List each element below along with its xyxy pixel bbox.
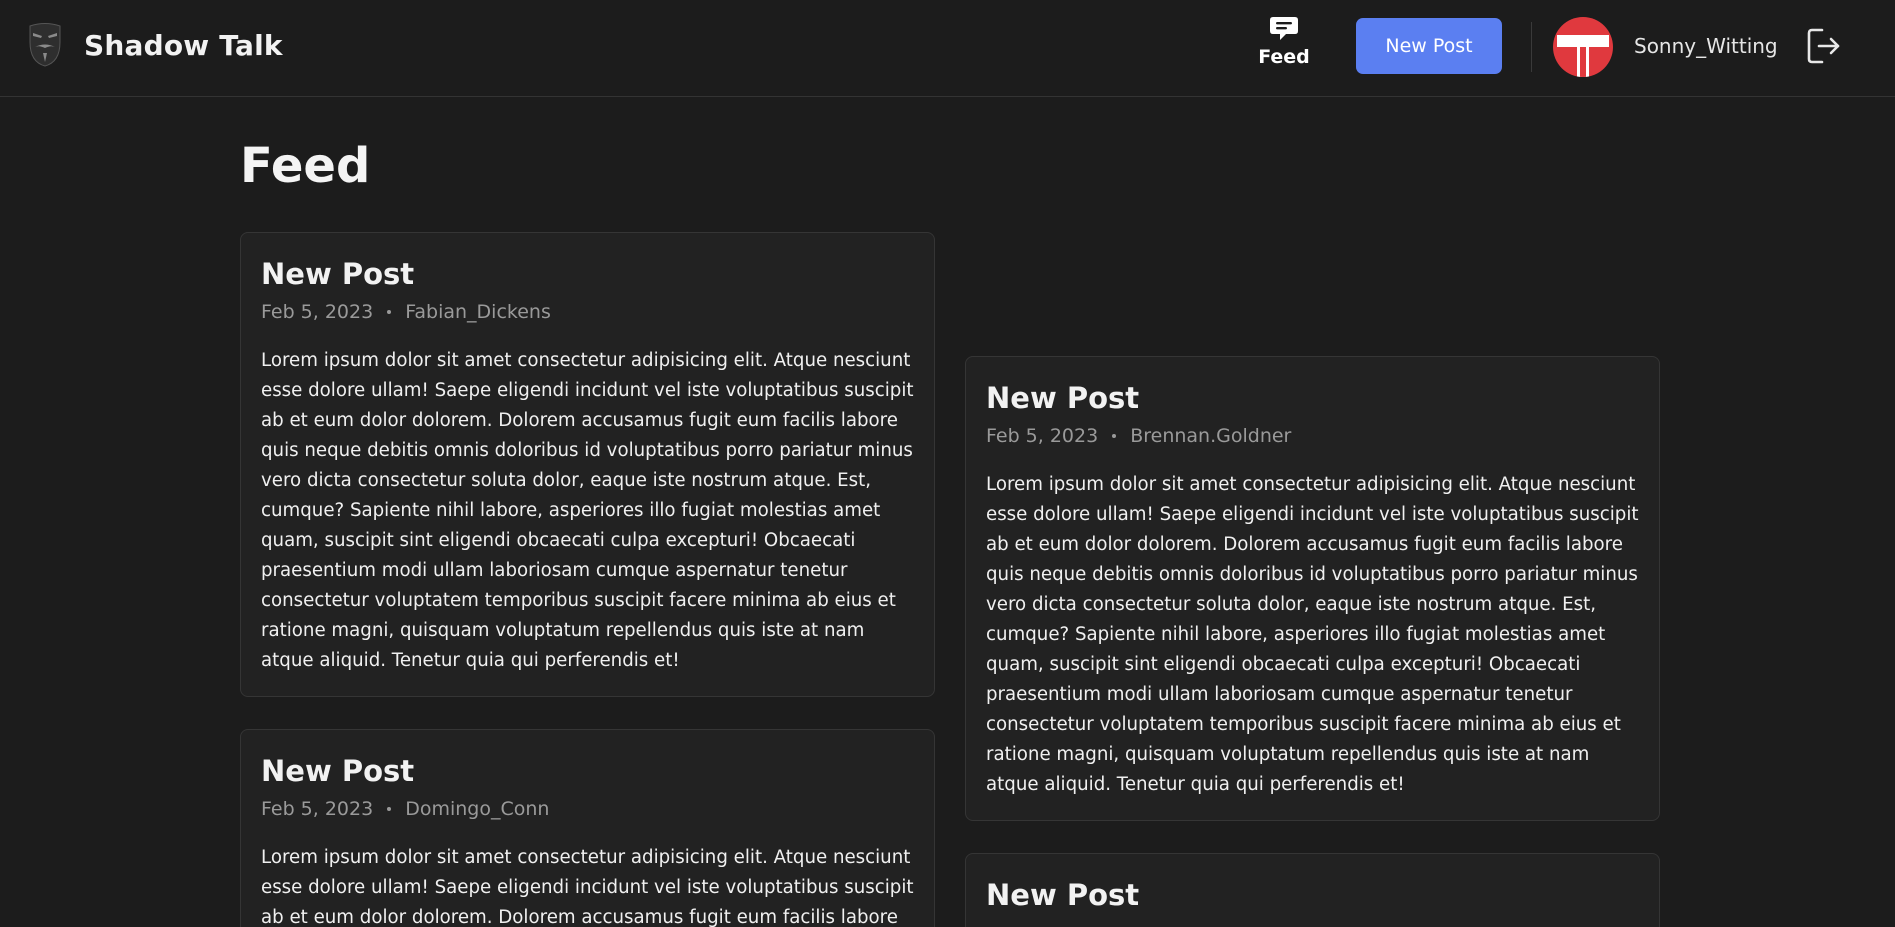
post-card[interactable]: New Post Feb 5, 2023 Brennan.Goldner Lor… (965, 356, 1660, 821)
post-card[interactable]: New Post (965, 853, 1660, 927)
post-body: Lorem ipsum dolor sit amet consectetur a… (986, 473, 1639, 795)
avatar-pattern-icon (1553, 17, 1613, 77)
meta-separator (387, 806, 392, 811)
post-author: Domingo_Conn (405, 797, 550, 820)
post-author: Fabian_Dickens (405, 300, 551, 323)
post-meta: Feb 5, 2023 Brennan.Goldner (986, 425, 1639, 447)
post-card[interactable]: New Post Feb 5, 2023 Domingo_Conn Lorem … (240, 729, 935, 927)
post-title: New Post (261, 257, 415, 291)
meta-separator (387, 309, 392, 314)
post-author: Brennan.Goldner (1130, 424, 1292, 447)
post-meta: Feb 5, 2023 Fabian_Dickens (261, 301, 914, 323)
post-title: New Post (986, 878, 1140, 912)
post-title: New Post (261, 754, 415, 788)
nav-feed-link[interactable]: Feed (1258, 16, 1310, 76)
post-body: Lorem ipsum dolor sit amet consectetur a… (261, 349, 914, 671)
user-avatar[interactable] (1553, 17, 1613, 77)
post-date: Feb 5, 2023 (986, 424, 1099, 447)
brand[interactable]: Shadow Talk (26, 20, 283, 70)
meta-separator (1112, 433, 1117, 438)
username[interactable]: Sonny_Witting (1634, 34, 1778, 58)
chat-bubble-icon (1270, 17, 1298, 40)
new-post-button[interactable]: New Post (1356, 18, 1502, 74)
mask-logo-icon (29, 23, 61, 67)
top-navigation-bar: Shadow Talk Feed New Post Sonny_Witting (0, 0, 1895, 97)
app-title: Shadow Talk (84, 28, 283, 62)
logout-icon[interactable] (1806, 27, 1842, 65)
page-title: Feed (240, 138, 371, 194)
post-body: Lorem ipsum dolor sit amet consectetur a… (261, 846, 914, 927)
post-title: New Post (986, 381, 1140, 415)
nav-feed-label: Feed (1258, 46, 1310, 68)
post-date: Feb 5, 2023 (261, 300, 374, 323)
post-card[interactable]: New Post Feb 5, 2023 Fabian_Dickens Lore… (240, 232, 935, 697)
post-date: Feb 5, 2023 (261, 797, 374, 820)
post-meta: Feb 5, 2023 Domingo_Conn (261, 798, 914, 820)
header-divider (1531, 22, 1532, 72)
